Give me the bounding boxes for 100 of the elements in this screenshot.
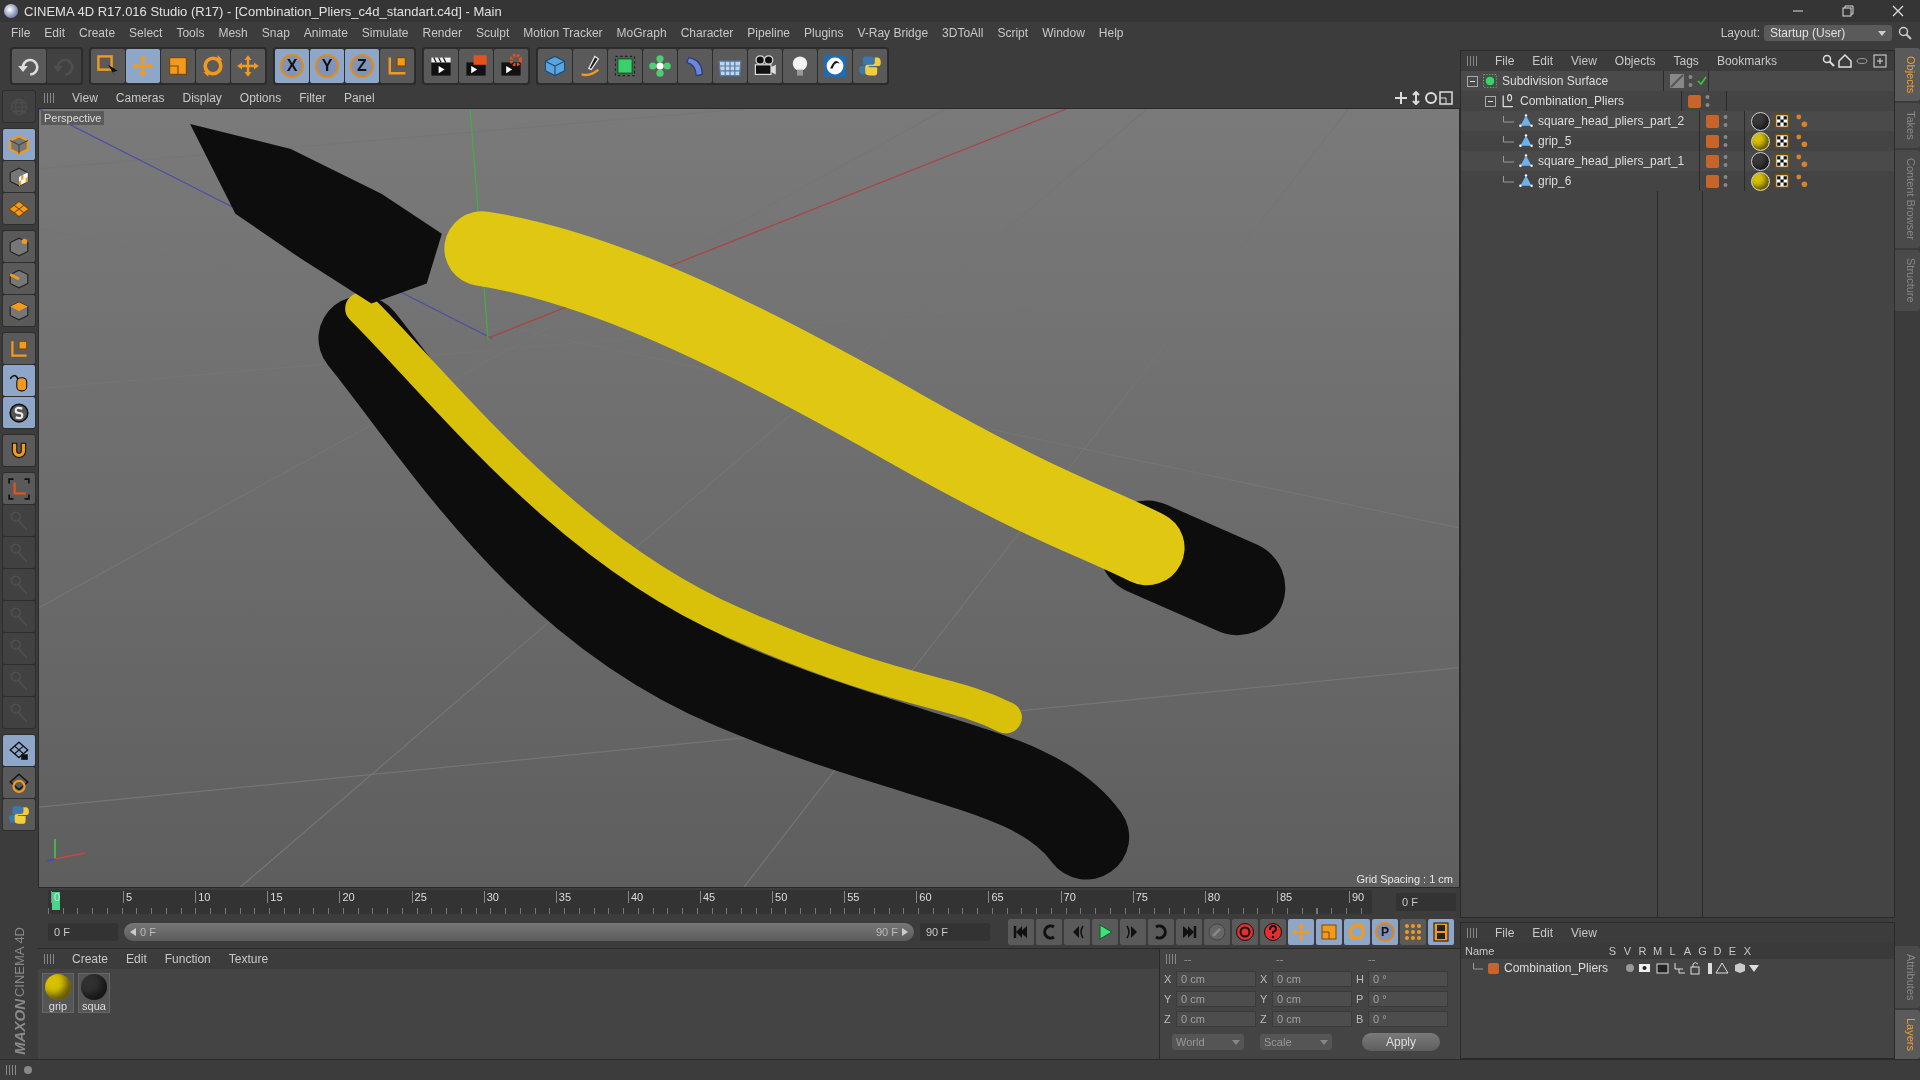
menu-item[interactable]: Animate: [296, 26, 355, 40]
menu-item[interactable]: Help: [1091, 26, 1131, 40]
object-name[interactable]: grip_6: [1538, 174, 1572, 188]
tool-button[interactable]: [3, 161, 35, 192]
menu-item[interactable]: MoGraph: [609, 26, 674, 40]
tool-button[interactable]: [3, 735, 35, 766]
coordinate-field[interactable]: 0 cm: [1176, 991, 1256, 1007]
apply-button[interactable]: Apply: [1362, 1033, 1440, 1051]
playback-button[interactable]: [1260, 919, 1286, 945]
tool-button[interactable]: [3, 397, 35, 428]
visibility-dots-icon[interactable]: [1723, 154, 1728, 168]
tool-button[interactable]: Y: [310, 49, 344, 83]
menu-item[interactable]: View: [1563, 54, 1605, 68]
current-frame-field[interactable]: 0 F: [1396, 893, 1456, 911]
layer-color-swatch[interactable]: [1706, 114, 1719, 128]
menu-item[interactable]: Motion Tracker: [516, 26, 610, 40]
tool-button[interactable]: [3, 231, 35, 262]
menu-item[interactable]: Character: [673, 26, 741, 40]
check-icon[interactable]: [1697, 76, 1707, 86]
menu-item[interactable]: Display: [174, 91, 230, 105]
playback-button[interactable]: [1232, 919, 1258, 945]
material-swatch[interactable]: grip: [42, 973, 74, 1013]
menu-item[interactable]: Create: [72, 26, 123, 40]
menu-item[interactable]: Script: [990, 26, 1036, 40]
search-icon[interactable]: [1898, 26, 1912, 40]
menu-item[interactable]: View: [1563, 926, 1605, 940]
menu-item[interactable]: Texture: [220, 952, 277, 966]
menu-item[interactable]: File: [1487, 54, 1523, 68]
texture-icon[interactable]: [1774, 173, 1790, 189]
menu-item[interactable]: Simulate: [354, 26, 416, 40]
collapse-toggle-icon[interactable]: [1485, 95, 1496, 107]
material-swatch[interactable]: squa: [78, 973, 110, 1013]
layout-dropdown[interactable]: Startup (User): [1764, 25, 1892, 41]
layer-color-swatch[interactable]: [1706, 134, 1719, 148]
coordinate-field[interactable]: 0 cm: [1176, 1011, 1256, 1027]
menu-item[interactable]: 3DToAll: [935, 26, 991, 40]
menu-item[interactable]: Function: [156, 952, 219, 966]
object-name[interactable]: grip_5: [1538, 134, 1572, 148]
menu-item[interactable]: Filter: [291, 91, 334, 105]
menu-item[interactable]: Select: [122, 26, 170, 40]
material-tag-icon[interactable]: [1751, 131, 1770, 151]
tool-button[interactable]: X: [275, 49, 309, 83]
menu-item[interactable]: Tools: [169, 26, 212, 40]
tool-button[interactable]: [748, 49, 782, 83]
playhead-marker[interactable]: [52, 892, 60, 910]
visibility-dots-icon[interactable]: [1723, 114, 1728, 128]
tool-button[interactable]: [573, 49, 607, 83]
tool-button[interactable]: [643, 49, 677, 83]
tool-button[interactable]: [3, 435, 35, 466]
menu-item[interactable]: File: [1487, 926, 1523, 940]
menu-item[interactable]: Objects: [1606, 54, 1664, 68]
menu-item[interactable]: Plugins: [797, 26, 851, 40]
layer-color-swatch[interactable]: [1688, 94, 1701, 108]
object-name[interactable]: Subdivision Surface: [1502, 74, 1609, 88]
playback-button[interactable]: P: [1372, 919, 1398, 945]
material-tag-icon[interactable]: [1751, 111, 1770, 131]
menu-item[interactable]: Tags: [1665, 54, 1707, 68]
visibility-dots-icon[interactable]: [1688, 74, 1693, 88]
menu-item[interactable]: File: [4, 26, 38, 40]
menu-item[interactable]: Create: [64, 952, 117, 966]
coordinate-field[interactable]: 0 cm: [1272, 991, 1352, 1007]
playback-button[interactable]: [1400, 919, 1426, 945]
menu-item[interactable]: Panel: [335, 91, 383, 105]
no-layer-icon[interactable]: [1670, 74, 1684, 88]
menu-item[interactable]: Cameras: [107, 91, 173, 105]
texture-icon[interactable]: [1774, 113, 1790, 129]
object-name[interactable]: Combination_Pliers: [1520, 94, 1625, 108]
menu-item[interactable]: Pipeline: [740, 26, 798, 40]
tool-button[interactable]: Z: [345, 49, 379, 83]
texture-icon[interactable]: [1774, 133, 1790, 149]
manager-tools-icon[interactable]: [1822, 54, 1888, 68]
visibility-dots-icon[interactable]: [1723, 134, 1728, 148]
coordinate-field[interactable]: 0 cm: [1176, 971, 1256, 987]
tool-button[interactable]: [3, 365, 35, 396]
menu-item[interactable]: Mesh: [211, 26, 255, 40]
coordinate-field[interactable]: 0 cm: [1272, 1011, 1352, 1027]
menu-item[interactable]: Edit: [37, 26, 73, 40]
playback-button[interactable]: [1428, 919, 1454, 945]
view-navigation-icon[interactable]: [1394, 91, 1454, 105]
menu-item[interactable]: Edit: [118, 952, 155, 966]
layer-color-swatch[interactable]: [1706, 154, 1719, 168]
texture-icon[interactable]: [1774, 153, 1790, 169]
tool-button[interactable]: [424, 49, 458, 83]
material-tag-icon[interactable]: [1751, 171, 1770, 191]
end-frame-field[interactable]: 90 F: [920, 923, 990, 941]
menu-item[interactable]: View: [64, 91, 106, 105]
menu-item[interactable]: Window: [1035, 26, 1092, 40]
collapse-toggle-icon[interactable]: [1467, 75, 1478, 87]
menu-item[interactable]: V-Ray Bridge: [850, 26, 936, 40]
menu-item[interactable]: Render: [415, 26, 469, 40]
start-frame-field[interactable]: 0 F: [48, 923, 118, 941]
material-tag-icon[interactable]: [1751, 151, 1770, 171]
menu-item[interactable]: Edit: [1524, 926, 1562, 940]
layer-color-swatch[interactable]: [1706, 174, 1719, 188]
menu-item[interactable]: Bookmarks: [1708, 54, 1785, 68]
menu-item[interactable]: Options: [231, 91, 290, 105]
tool-button[interactable]: [3, 767, 35, 798]
layer-name[interactable]: Combination_Pliers: [1504, 961, 1620, 975]
coordinate-field[interactable]: 0 °: [1368, 971, 1448, 987]
tool-button[interactable]: [783, 49, 817, 83]
